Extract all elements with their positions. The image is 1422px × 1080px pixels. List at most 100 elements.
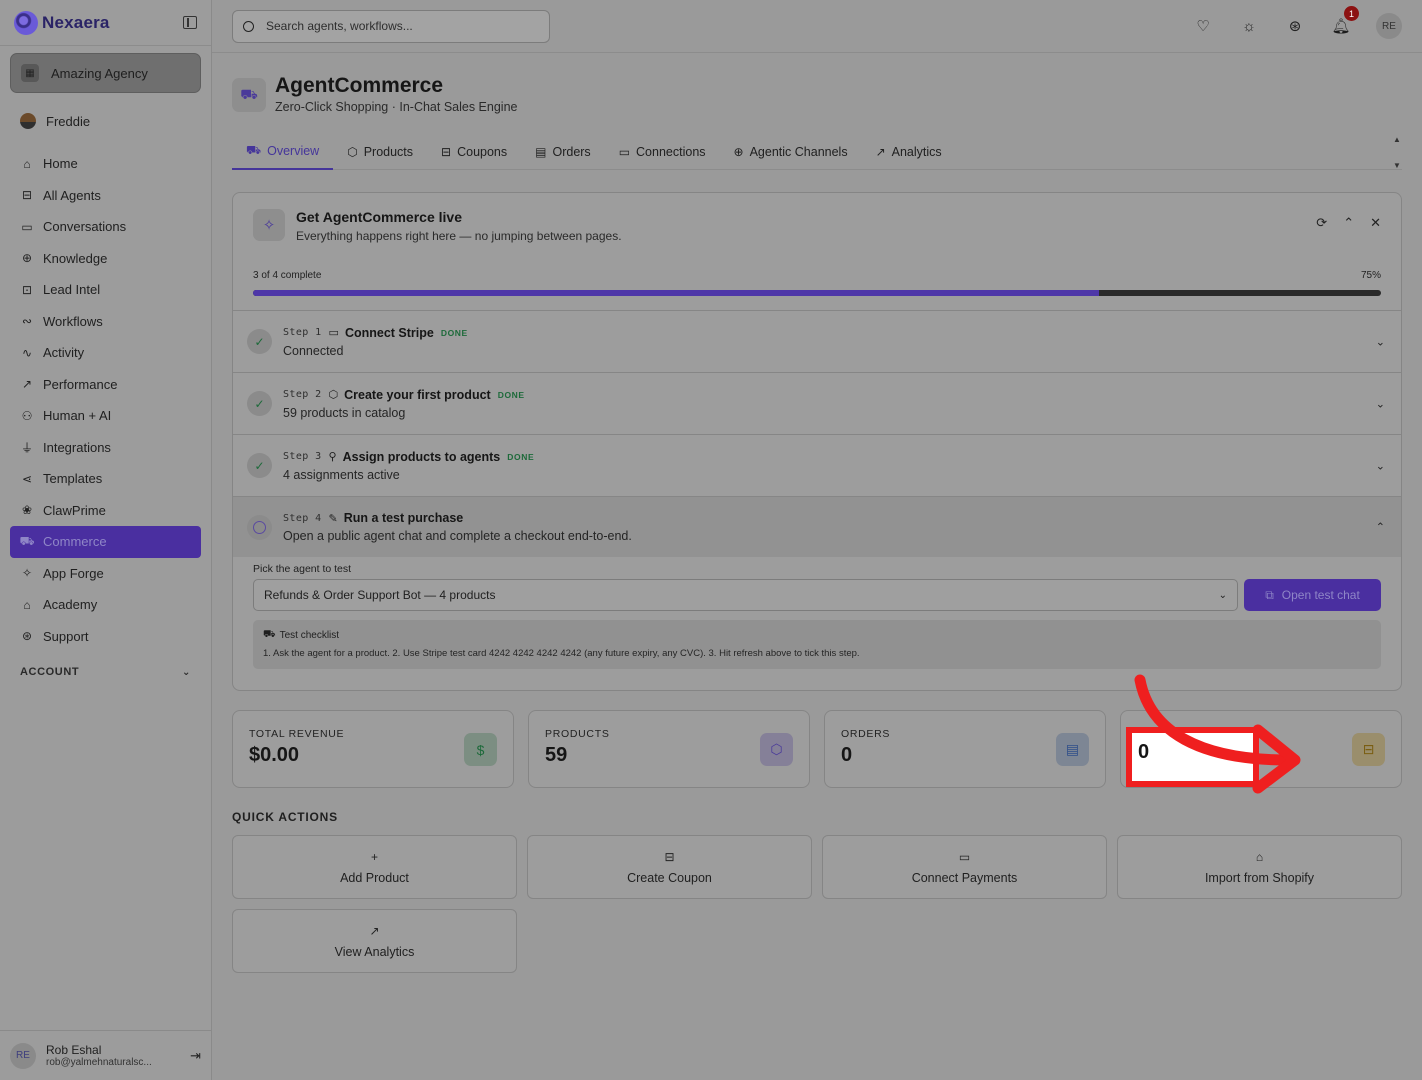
tab-analytics[interactable]: ↗ Analytics [862, 135, 956, 170]
users-icon: ⚇ [21, 408, 33, 423]
box-icon: ⬡ [760, 733, 793, 766]
bell-icon[interactable]: 🔔︎ 1 [1330, 6, 1359, 37]
paw-icon: ❀ [21, 503, 33, 518]
trending-up-icon: ↗ [875, 145, 886, 159]
tab-agentic-channels[interactable]: ⊕ Agentic Channels [720, 135, 862, 170]
quick-action-create-coupon[interactable]: ⊟ Create Coupon [527, 835, 812, 899]
credit-card-icon: ▭ [618, 145, 631, 159]
sun-icon[interactable]: ☼ [1238, 15, 1260, 37]
pick-agent-label: Pick the agent to test [253, 563, 352, 575]
tab-bar: ⛟ Overview ⬡ Products ⊟ Coupons ▤ Orders ▭ Connec… [232, 135, 1402, 170]
onboarding-step[interactable]: ✓ Step 2 ⬡ Create your first product DONE 59 … [233, 373, 1401, 435]
sidebar-item-label: Lead Intel [43, 282, 101, 298]
avatar[interactable]: RE [1376, 13, 1402, 39]
search-input[interactable]: Search agents, workflows... [232, 9, 550, 43]
current-user[interactable]: Freddie [0, 93, 211, 133]
agent-select[interactable]: Refunds & Order Support Bot — 4 products… [253, 579, 1238, 611]
open-test-chat-button[interactable]: ⧉ Open test chat [1244, 579, 1381, 611]
avatar[interactable]: RE [10, 1042, 36, 1069]
onboarding-step[interactable]: Step 4 ✎ Run a test purchase Open a public … [233, 497, 1401, 557]
page-title: AgentCommerce [275, 74, 444, 97]
progress-percent: 75% [1360, 270, 1381, 281]
step-number: Step 1 [283, 327, 322, 338]
user-check-icon: ⚲ [328, 451, 337, 463]
progress-text: 3 of 4 complete [253, 270, 322, 281]
main-content: Search agents, workflows... ♡ ☼ ⊛ 🔔︎ 1 RE… [212, 0, 1422, 1080]
sidebar-item-clawprime[interactable]: ❀ ClawPrime [0, 495, 211, 527]
sidebar-item-app-forge[interactable]: ✧ App Forge [0, 558, 211, 590]
logout-icon[interactable]: ⇥ [190, 1048, 201, 1064]
cart-icon: ⛟ [246, 143, 262, 157]
tab-orders[interactable]: ▤ Orders [521, 135, 605, 170]
step-body: Step 1 ▭ Connect Stripe DONE Connected [283, 326, 468, 358]
plug-icon: ⏚ [20, 440, 33, 455]
step-title: Connect Stripe [344, 325, 434, 340]
tab-label: Analytics [891, 145, 942, 159]
sidebar-item-knowledge[interactable]: ⊕ Knowledge [0, 243, 211, 275]
sidebar-item-all-agents[interactable]: ⊟ All Agents [0, 180, 211, 212]
building-icon: ▦ [21, 64, 39, 82]
sidebar-item-label: All Agents [43, 187, 101, 203]
collapse-sidebar-icon[interactable] [183, 16, 197, 29]
step-body: Step 3 ⚲ Assign products to agents DONE 4 as… [283, 450, 534, 482]
onboarding-header: ✧ Get AgentCommerce live Everything happ… [233, 193, 1401, 275]
sidebar-item-label: Workflows [43, 313, 103, 329]
share-icon: ⋖ [21, 471, 33, 486]
sidebar-item-workflows[interactable]: ∾ Workflows [0, 306, 211, 338]
sidebar-item-human-ai[interactable]: ⚇ Human + AI [0, 400, 211, 432]
sidebar-item-academy[interactable]: ⌂ Academy [0, 589, 211, 621]
step-description: 4 assignments active [283, 467, 400, 482]
account-section-toggle[interactable]: ACCOUNT ⌄ [0, 652, 211, 678]
agent-select-value: Refunds & Order Support Bot — 4 products [264, 588, 496, 602]
sidebar-item-commerce[interactable]: ⛟ Commerce [10, 526, 201, 558]
close-icon[interactable]: ✕ [1370, 215, 1381, 275]
sidebar-item-home[interactable]: ⌂ Home [0, 148, 211, 180]
sparkles-icon: ✧ [21, 566, 33, 581]
tab-label: Connections [636, 145, 706, 159]
quick-action-connect-payments[interactable]: ▭ Connect Payments [822, 835, 1107, 899]
quick-action-add-product[interactable]: + Add Product [232, 835, 517, 899]
sidebar-item-label: Human + AI [43, 408, 112, 424]
tab-scroll-indicator[interactable]: ▲ ▼ [1392, 135, 1402, 170]
tab-products[interactable]: ⬡ Products [333, 135, 427, 170]
annotation-arrow-icon [1134, 674, 1301, 794]
quick-action-label: Import from Shopify [1204, 870, 1315, 885]
heart-icon[interactable]: ♡ [1192, 15, 1214, 37]
lifebuoy-icon[interactable]: ⊛ [1284, 15, 1306, 37]
graduation-cap-icon: ⌂ [23, 597, 31, 612]
sidebar-item-activity[interactable]: ∿ Activity [0, 337, 211, 369]
globe-icon: ⊕ [733, 145, 744, 159]
quick-action-view-analytics[interactable]: ↗ View Analytics [232, 909, 517, 973]
sidebar-item-label: ClawPrime [43, 502, 106, 518]
stat-value: 59 [545, 744, 568, 766]
sidebar-item-performance[interactable]: ↗ Performance [0, 369, 211, 401]
clipboard-icon: ▤ [1056, 733, 1089, 766]
status-badge: DONE [497, 389, 525, 400]
chevron-down-icon: ⌄ [1218, 589, 1227, 601]
sidebar-item-integrations[interactable]: ⏚ Integrations [0, 432, 211, 464]
sidebar-item-conversations[interactable]: ▭ Conversations [0, 211, 211, 243]
onboarding-title: Get AgentCommerce live [296, 209, 462, 225]
brand-name: Nexaera [42, 12, 110, 32]
sidebar-item-templates[interactable]: ⋖ Templates [0, 463, 211, 495]
stat-label: TOTAL REVENUE [249, 728, 345, 740]
tab-coupons[interactable]: ⊟ Coupons [427, 135, 521, 170]
onboarding-step[interactable]: ✓ Step 1 ▭ Connect Stripe DONE Connected ⌄ [233, 311, 1401, 373]
sidebar-item-lead-intel[interactable]: ⊡ Lead Intel [0, 274, 211, 306]
sparkles-icon: ✧ [253, 209, 285, 241]
test-agent-picker: Pick the agent to test Refunds & Order S… [253, 563, 1381, 669]
chevron-up-icon[interactable]: ⌃ [1343, 215, 1354, 275]
cart-icon: ⛟ [232, 78, 266, 112]
onboarding-step[interactable]: ✓ Step 3 ⚲ Assign products to agents DONE 4 a… [233, 435, 1401, 497]
check-icon: ✓ [247, 329, 272, 354]
workspace-switcher[interactable]: ▦ Amazing Agency [10, 53, 201, 93]
refresh-icon[interactable]: ⟳ [1316, 215, 1327, 275]
tab-connections[interactable]: ▭ Connections [605, 135, 720, 170]
sidebar-item-label: Home [43, 156, 78, 172]
sidebar-item-support[interactable]: ⊛ Support [0, 621, 211, 653]
lifebuoy-icon: ⊛ [21, 629, 33, 644]
quick-actions-title: QUICK ACTIONS [232, 810, 338, 824]
quick-action-import-from-shopify[interactable]: ⌂ Import from Shopify [1117, 835, 1402, 899]
sidebar-item-label: Academy [43, 597, 98, 613]
tab-overview[interactable]: ⛟ Overview [232, 135, 334, 170]
